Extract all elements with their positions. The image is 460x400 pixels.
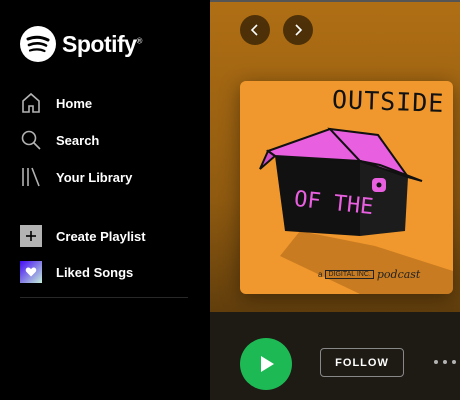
library-icon (22, 167, 40, 187)
main-top-border (210, 0, 460, 2)
spotify-logo[interactable]: Spotify® (20, 26, 142, 62)
dot-icon (452, 360, 456, 364)
play-button[interactable] (240, 338, 292, 390)
sidebar-item-label: Search (56, 132, 100, 148)
chevron-right-icon (295, 24, 303, 36)
sidebar-divider (20, 297, 188, 298)
sidebar: Spotify® Home Search Your Library Create… (0, 0, 210, 400)
dot-icon (434, 360, 438, 364)
liked-songs-button[interactable]: Liked Songs (20, 260, 190, 284)
plus-icon (20, 225, 42, 247)
heart-icon (20, 261, 42, 283)
home-icon (22, 92, 40, 113)
cover-title-top: OUTSIDE (331, 85, 445, 118)
forward-button[interactable] (283, 15, 313, 45)
more-options-button[interactable] (434, 352, 460, 372)
cover-sub-prefix: a (318, 270, 323, 279)
cover-sub-brand: DIGITAL INC. (325, 270, 374, 279)
back-button[interactable] (240, 15, 270, 45)
spotify-logo-text: Spotify® (62, 30, 142, 57)
create-playlist-button[interactable]: Create Playlist (20, 224, 190, 248)
sidebar-item-home[interactable]: Home (20, 91, 190, 115)
podcast-cover-art: OUTSIDE OF THE a DIGITAL INC. podcast (240, 81, 453, 294)
create-playlist-label: Create Playlist (56, 228, 146, 244)
search-icon (21, 130, 41, 150)
liked-songs-label: Liked Songs (56, 264, 134, 280)
follow-button[interactable]: FOLLOW (320, 348, 404, 377)
spotify-logo-icon (20, 26, 56, 62)
sidebar-item-label: Your Library (56, 169, 133, 185)
sidebar-item-your-library[interactable]: Your Library (20, 165, 190, 189)
cover-subtitle: a DIGITAL INC. podcast (318, 268, 420, 281)
dot-icon (443, 360, 447, 364)
play-icon (261, 356, 274, 372)
sidebar-item-label: Home (56, 95, 93, 111)
sidebar-item-search[interactable]: Search (20, 128, 190, 152)
cover-sub-suffix: podcast (376, 268, 421, 281)
chevron-left-icon (250, 24, 258, 36)
